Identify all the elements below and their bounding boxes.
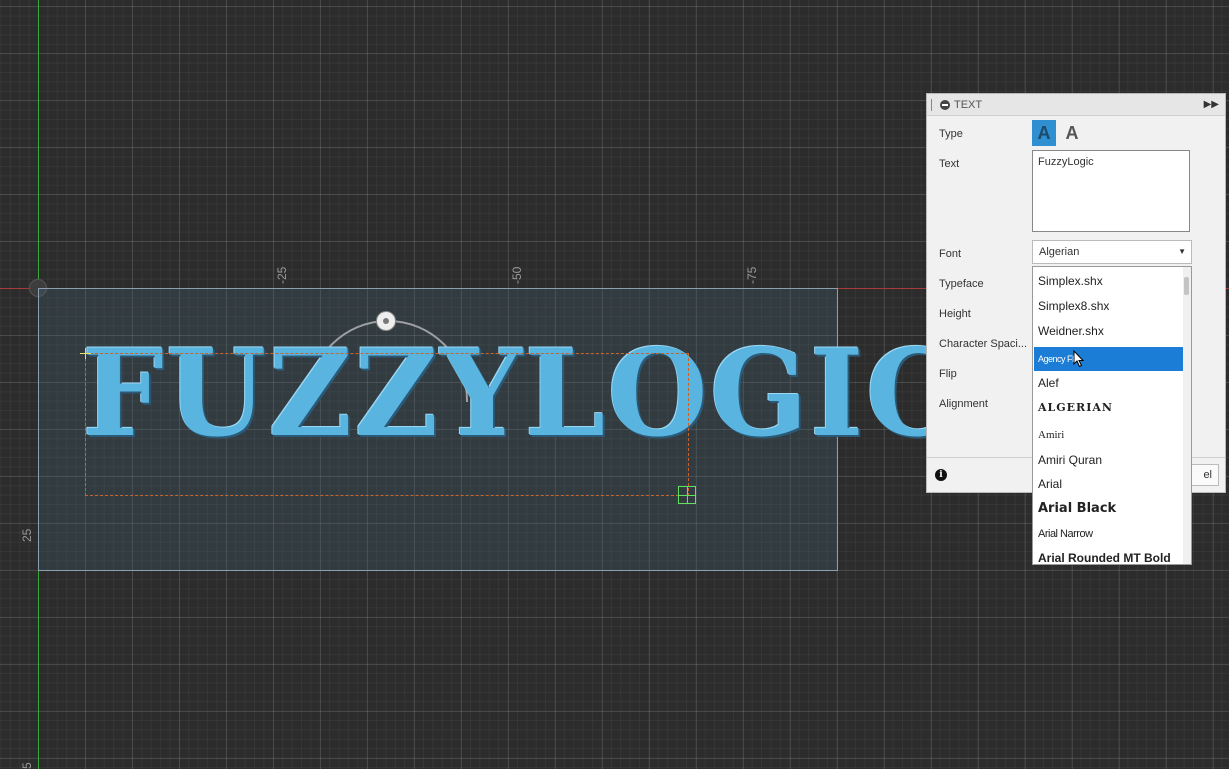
mouse-cursor-icon bbox=[1073, 350, 1085, 368]
font-option[interactable]: Simplex.shx bbox=[1034, 269, 1183, 293]
ruler-label: -75 bbox=[745, 266, 759, 284]
ruler-label: -25 bbox=[275, 266, 289, 284]
font-label: Font bbox=[939, 248, 962, 260]
font-option[interactable]: Arial Narrow bbox=[1034, 522, 1183, 546]
collapse-icon[interactable] bbox=[940, 99, 950, 110]
resize-handle-icon[interactable] bbox=[678, 486, 696, 504]
info-icon[interactable]: i bbox=[935, 469, 947, 481]
chevron-down-icon: ▼ bbox=[1178, 247, 1186, 256]
font-select[interactable]: Algerian ▼ bbox=[1032, 240, 1192, 264]
flip-label: Flip bbox=[939, 368, 957, 380]
font-dropdown-list[interactable]: Simplex.shx Simplex8.shx Weidner.shx Age… bbox=[1032, 266, 1192, 565]
text-label: Text bbox=[939, 158, 960, 170]
height-label: Height bbox=[939, 308, 971, 320]
corner-point-icon[interactable] bbox=[80, 348, 91, 359]
typeface-label: Typeface bbox=[939, 278, 984, 290]
text-bounding-box[interactable] bbox=[85, 353, 689, 496]
font-select-value: Algerian bbox=[1039, 246, 1080, 258]
type-button-outline-text-icon[interactable]: A bbox=[1060, 120, 1084, 146]
type-label: Type bbox=[939, 128, 963, 140]
font-option[interactable]: Arial bbox=[1034, 472, 1183, 496]
ruler-label: 25 bbox=[20, 528, 34, 542]
font-option[interactable]: Weidner.shx bbox=[1034, 319, 1183, 343]
font-option-selected[interactable]: Agency FB bbox=[1034, 347, 1183, 371]
ruler-label: 5 bbox=[20, 762, 34, 769]
font-option[interactable]: Arial Rounded MT Bold bbox=[1034, 546, 1183, 564]
ruler-label: -50 bbox=[510, 266, 524, 284]
grip-icon[interactable] bbox=[931, 98, 934, 111]
type-button-bold-text-icon[interactable]: A bbox=[1032, 120, 1056, 146]
font-option[interactable]: ALGERIAN bbox=[1034, 396, 1183, 420]
text-input[interactable]: FuzzyLogic bbox=[1032, 150, 1190, 232]
alignment-label: Alignment bbox=[939, 398, 988, 410]
font-option[interactable]: Arial Black bbox=[1034, 497, 1183, 521]
rotate-handle-icon[interactable] bbox=[376, 311, 396, 331]
scrollbar-thumb[interactable] bbox=[1184, 277, 1189, 295]
dropdown-scrollbar[interactable] bbox=[1183, 267, 1191, 564]
font-option[interactable]: Amiri bbox=[1034, 423, 1183, 447]
font-option[interactable]: Alef bbox=[1034, 371, 1183, 395]
font-option[interactable]: Amiri Quran bbox=[1034, 448, 1183, 472]
font-option[interactable]: Simplex8.shx bbox=[1034, 294, 1183, 318]
expand-icon[interactable]: ▶▶ bbox=[1204, 99, 1219, 110]
dialog-title: TEXT bbox=[954, 98, 983, 111]
character-spacing-label: Character Spaci... bbox=[939, 338, 1028, 350]
dialog-header[interactable]: TEXT ▶▶ bbox=[927, 94, 1225, 116]
